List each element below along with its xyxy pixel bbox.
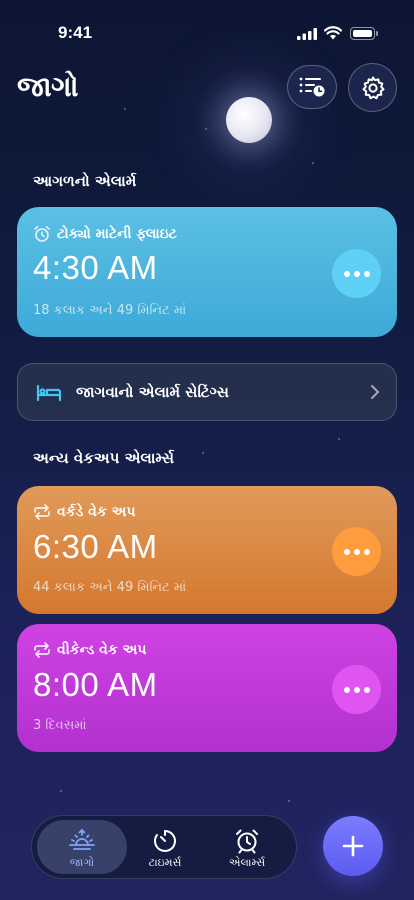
bed-icon xyxy=(36,384,62,402)
star xyxy=(338,438,340,440)
alarm-time: 4:30 AM xyxy=(33,249,158,286)
star xyxy=(288,800,290,802)
more-options-button[interactable] xyxy=(332,527,381,576)
star xyxy=(312,162,314,164)
wake-alarm-settings-row[interactable]: જાગવાનો એલાર્મ સેટિંગ્સ xyxy=(17,363,397,421)
list-clock-icon xyxy=(299,77,325,97)
star xyxy=(60,790,62,792)
add-alarm-button[interactable] xyxy=(323,816,383,876)
alarm-time: 6:30 AM xyxy=(33,528,158,565)
alarm-card-weekend[interactable]: વીકેન્ડ વેક અપ 8:00 AM 3 દિવસમાં xyxy=(17,624,397,752)
more-options-button[interactable] xyxy=(332,665,381,714)
tab-label: એલાર્મ્સ xyxy=(228,856,266,869)
chevron-right-icon xyxy=(371,385,380,399)
alarm-countdown: 44 કલાક અને 49 મિનિટ માં xyxy=(33,580,187,595)
tab-wake[interactable]: જાગો xyxy=(37,820,127,874)
more-dots-icon xyxy=(343,548,350,555)
timer-icon xyxy=(154,830,176,852)
section-title-next-alarm: આગળનો એલાર્મ xyxy=(33,172,137,190)
star xyxy=(124,108,126,110)
alarm-label-text: વીકેન્ડ વેક અપ xyxy=(57,642,147,658)
alarm-card-workday[interactable]: વર્કડે વેક અપ 6:30 AM 44 કલાક અને 49 મિન… xyxy=(17,486,397,614)
alarm-label: વીકેન્ડ વેક અપ xyxy=(33,642,147,658)
repeat-icon xyxy=(34,642,50,658)
tab-label: ટાઇમર્સ xyxy=(148,856,182,869)
alarm-time: 8:00 AM xyxy=(33,666,158,703)
alarm-countdown: 18 કલાક અને 49 મિનિટ માં xyxy=(33,303,187,318)
status-bar: 9:41 xyxy=(0,0,414,54)
settings-button[interactable] xyxy=(348,63,397,112)
star xyxy=(202,452,204,454)
tab-bar: જાગો ટાઇમર્સ એલાર્મ્સ xyxy=(31,815,297,879)
page-title: જાગો xyxy=(17,70,79,103)
repeat-icon xyxy=(34,504,50,520)
wifi-icon xyxy=(324,26,342,40)
next-alarm-card[interactable]: ટોક્યો માટેની ફ્લાઇટ 4:30 AM 18 કલાક અને… xyxy=(17,207,397,337)
alarm-label: વર્કડે વેક અપ xyxy=(33,504,136,520)
alarm-label-text: ટોક્યો માટેની ફ્લાઇટ xyxy=(57,226,177,242)
cellular-signal-icon xyxy=(297,28,317,40)
more-dots-icon xyxy=(343,686,350,693)
tab-timers[interactable]: ટાઇમર્સ xyxy=(120,820,210,874)
more-dots-icon xyxy=(343,270,350,277)
status-time: 9:41 xyxy=(58,23,93,42)
alarm-clock-icon xyxy=(236,829,258,854)
alarm-list-button[interactable] xyxy=(287,65,337,109)
alarm-clock-icon xyxy=(34,226,50,242)
sunrise-icon xyxy=(69,828,95,850)
wake-alarm-settings-label: જાગવાનો એલાર્મ સેટિંગ્સ xyxy=(76,383,229,401)
alarm-countdown: 3 દિવસમાં xyxy=(33,718,87,733)
gear-icon xyxy=(362,76,384,99)
tab-alarms[interactable]: એલાર્મ્સ xyxy=(202,820,292,874)
tab-label: જાગો xyxy=(69,856,95,869)
section-title-other-alarms: અન્ય વેકઅપ એલાર્મ્સ xyxy=(33,449,175,467)
star xyxy=(205,128,207,130)
alarm-label: ટોક્યો માટેની ફ્લાઇટ xyxy=(33,225,177,243)
moon-illustration xyxy=(226,97,272,143)
plus-icon xyxy=(342,835,364,857)
battery-icon xyxy=(350,27,378,40)
alarm-label-text: વર્કડે વેક અપ xyxy=(57,504,136,520)
more-options-button[interactable] xyxy=(332,249,381,298)
